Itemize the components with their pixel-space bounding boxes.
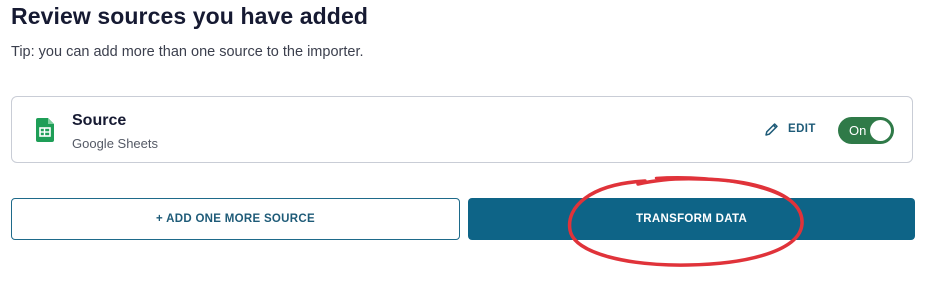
toggle-label: On xyxy=(849,123,867,138)
add-source-button[interactable]: + ADD ONE MORE SOURCE xyxy=(11,198,460,240)
edit-button[interactable]: EDIT xyxy=(764,121,816,137)
toggle-knob xyxy=(870,120,891,141)
transform-data-button[interactable]: TRANSFORM DATA xyxy=(468,198,915,240)
source-toggle[interactable]: On xyxy=(838,117,894,144)
tip-text: Tip: you can add more than one source to… xyxy=(11,44,364,60)
edit-label: EDIT xyxy=(788,123,816,135)
source-type: Google Sheets xyxy=(72,136,159,151)
page-title: Review sources you have added xyxy=(11,3,368,29)
pencil-icon xyxy=(764,121,780,137)
source-name: Source xyxy=(72,112,127,129)
google-sheets-icon xyxy=(36,118,54,142)
source-card: Source Google Sheets EDIT On xyxy=(11,96,913,163)
